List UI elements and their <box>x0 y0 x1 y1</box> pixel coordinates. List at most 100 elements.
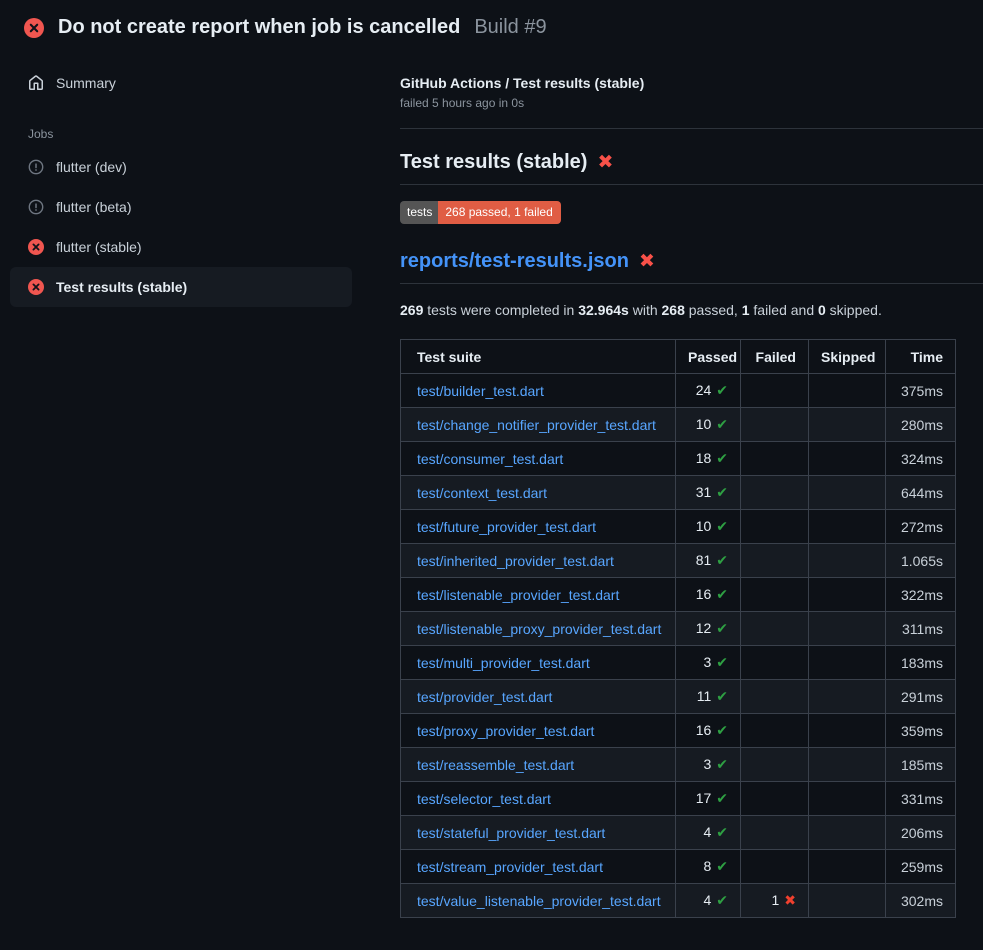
total-count: 269 <box>400 302 423 318</box>
job-label: Test results (stable) <box>56 279 187 295</box>
page-title: Do not create report when job is cancell… <box>58 16 460 39</box>
sidebar-item-flutter-dev[interactable]: flutter (dev) <box>10 147 352 187</box>
test-suite-link[interactable]: test/context_test.dart <box>417 485 547 501</box>
time-cell: 291ms <box>886 680 956 714</box>
sidebar-item-flutter-beta[interactable]: flutter (beta) <box>10 187 352 227</box>
test-suite-link[interactable]: test/reassemble_test.dart <box>417 757 574 773</box>
badge-value: 268 passed, 1 failed <box>438 201 560 224</box>
time-cell: 259ms <box>886 850 956 884</box>
check-run-header: Do not create report when job is cancell… <box>0 0 983 49</box>
section-title: Test results (stable) <box>400 151 587 174</box>
test-suite-link[interactable]: test/inherited_provider_test.dart <box>417 553 614 569</box>
failed-cell <box>741 850 809 884</box>
test-suite-link[interactable]: test/stream_provider_test.dart <box>417 859 603 875</box>
table-row: test/listenable_proxy_provider_test.dart… <box>401 612 956 646</box>
passed-cell: 8✔ <box>676 850 741 884</box>
table-row: test/future_provider_test.dart10✔272ms <box>401 510 956 544</box>
sidebar-item-test-results-stable[interactable]: Test results (stable) <box>10 267 352 307</box>
test-suite-cell: test/consumer_test.dart <box>401 442 676 476</box>
skipped-cell <box>809 680 886 714</box>
failed-x-icon: ✖ <box>597 153 613 172</box>
test-suite-link[interactable]: test/selector_test.dart <box>417 791 551 807</box>
passed-cell: 18✔ <box>676 442 741 476</box>
check-icon: ✔ <box>716 892 728 909</box>
test-suite-cell: test/selector_test.dart <box>401 782 676 816</box>
table-row: test/builder_test.dart24✔375ms <box>401 374 956 408</box>
failed-cell <box>741 612 809 646</box>
check-icon: ✔ <box>716 858 728 875</box>
table-row: test/context_test.dart31✔644ms <box>401 476 956 510</box>
results-table-body: test/builder_test.dart24✔375mstest/chang… <box>401 374 956 918</box>
x-icon: ✖ <box>784 892 796 909</box>
summary-text: failed and <box>750 302 819 318</box>
section-heading: Test results (stable) ✖ <box>400 151 983 185</box>
failed-cell: 1✖ <box>741 884 809 918</box>
table-row: test/listenable_provider_test.dart16✔322… <box>401 578 956 612</box>
table-row: test/multi_provider_test.dart3✔183ms <box>401 646 956 680</box>
test-suite-cell: test/context_test.dart <box>401 476 676 510</box>
summary-text: passed, <box>685 302 742 318</box>
passed-cell: 24✔ <box>676 374 741 408</box>
test-suite-cell: test/listenable_proxy_provider_test.dart <box>401 612 676 646</box>
run-status-line: failed 5 hours ago in 0s <box>400 96 983 110</box>
sidebar-item-summary[interactable]: Summary <box>0 69 400 97</box>
test-suite-cell: test/provider_test.dart <box>401 680 676 714</box>
sidebar-item-flutter-stable[interactable]: flutter (stable) <box>10 227 352 267</box>
failed-cell <box>741 578 809 612</box>
test-suite-link[interactable]: test/value_listenable_provider_test.dart <box>417 893 661 909</box>
skipped-cell <box>809 476 886 510</box>
report-heading: reports/test-results.json ✖ <box>400 250 983 284</box>
summary-text: skipped. <box>826 302 882 318</box>
skipped-cell <box>809 816 886 850</box>
table-row: test/consumer_test.dart18✔324ms <box>401 442 956 476</box>
failed-cell <box>741 408 809 442</box>
test-suite-cell: test/multi_provider_test.dart <box>401 646 676 680</box>
time-cell: 331ms <box>886 782 956 816</box>
badge-label: tests <box>400 201 438 224</box>
skipped-cell <box>809 612 886 646</box>
failed-cell <box>741 544 809 578</box>
test-suite-link[interactable]: test/change_notifier_provider_test.dart <box>417 417 656 433</box>
test-suite-link[interactable]: test/provider_test.dart <box>417 689 552 705</box>
time-cell: 311ms <box>886 612 956 646</box>
test-suite-link[interactable]: test/consumer_test.dart <box>417 451 563 467</box>
test-suite-link[interactable]: test/listenable_proxy_provider_test.dart <box>417 621 661 637</box>
failed-cell <box>741 782 809 816</box>
time-cell: 302ms <box>886 884 956 918</box>
skipped-cell <box>809 544 886 578</box>
test-suite-cell: test/reassemble_test.dart <box>401 748 676 782</box>
test-suite-link[interactable]: test/proxy_provider_test.dart <box>417 723 594 739</box>
test-suite-cell: test/listenable_provider_test.dart <box>401 578 676 612</box>
check-icon: ✔ <box>716 450 728 467</box>
x-glyph <box>24 18 44 38</box>
check-icon: ✔ <box>716 416 728 433</box>
check-icon: ✔ <box>716 620 728 637</box>
job-label: flutter (stable) <box>56 239 142 255</box>
report-file-link[interactable]: reports/test-results.json <box>400 250 629 273</box>
check-icon: ✔ <box>716 756 728 773</box>
failed-cell <box>741 374 809 408</box>
time-cell: 185ms <box>886 748 956 782</box>
test-suite-link[interactable]: test/listenable_provider_test.dart <box>417 587 619 603</box>
skipped-count: 0 <box>818 302 826 318</box>
passed-cell: 11✔ <box>676 680 741 714</box>
passed-cell: 81✔ <box>676 544 741 578</box>
jobs-sidebar: Summary Jobs flutter (dev) flut <box>0 49 400 307</box>
test-suite-link[interactable]: test/builder_test.dart <box>417 383 544 399</box>
failed-cell <box>741 476 809 510</box>
check-icon: ✔ <box>716 586 728 603</box>
test-suite-link[interactable]: test/future_provider_test.dart <box>417 519 596 535</box>
failed-cell <box>741 714 809 748</box>
failed-count: 1 <box>742 302 750 318</box>
passed-count: 268 <box>662 302 685 318</box>
passed-cell: 10✔ <box>676 510 741 544</box>
tests-badge[interactable]: tests 268 passed, 1 failed <box>400 201 561 224</box>
skipped-cell <box>809 510 886 544</box>
test-suite-link[interactable]: test/multi_provider_test.dart <box>417 655 590 671</box>
test-suite-link[interactable]: test/stateful_provider_test.dart <box>417 825 605 841</box>
check-run-output: GitHub Actions / Test results (stable) f… <box>400 49 983 918</box>
skipped-cell <box>809 884 886 918</box>
time-cell: 280ms <box>886 408 956 442</box>
summary-text: with <box>629 302 662 318</box>
test-suite-cell: test/change_notifier_provider_test.dart <box>401 408 676 442</box>
